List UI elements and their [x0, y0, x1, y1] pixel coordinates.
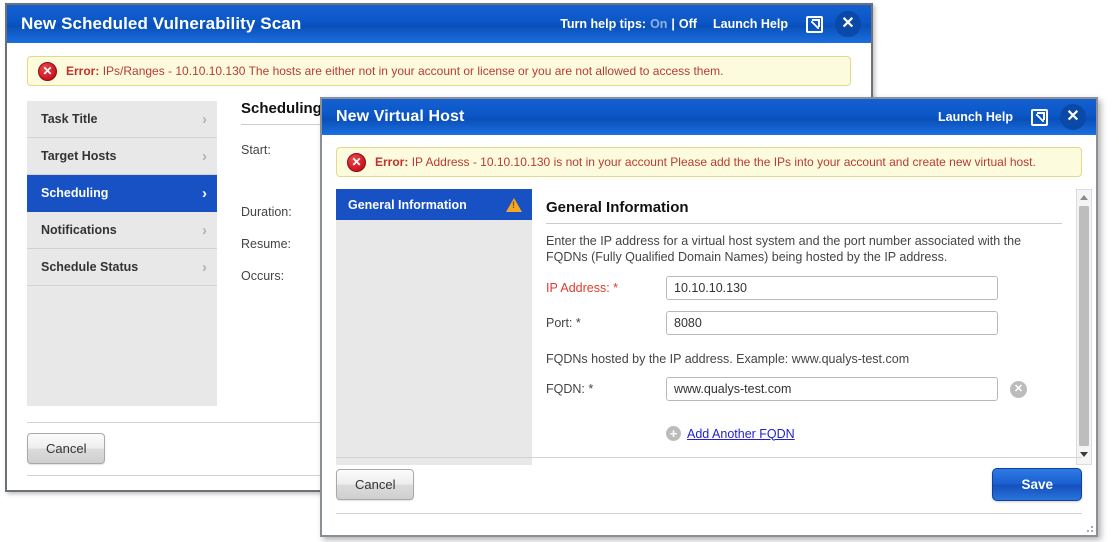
virtual-host-section-nav: General Information: [336, 189, 532, 465]
sidebar-item-label: Task Title: [41, 112, 98, 126]
form-description: Enter the IP address for a virtual host …: [546, 234, 1022, 264]
ip-address-label: IP Address: *: [546, 281, 619, 295]
sidebar-item-schedule-status[interactable]: Schedule Status ›: [27, 249, 217, 286]
sidebar-item-scheduling[interactable]: Scheduling ›: [27, 175, 217, 212]
scrollbar-thumb[interactable]: [1079, 206, 1089, 446]
sidebar-item-label: Target Hosts: [41, 149, 117, 163]
dialog-title: New Virtual Host: [336, 108, 465, 125]
cancel-button[interactable]: Cancel: [27, 433, 106, 464]
error-prefix: Error:: [375, 155, 409, 169]
chevron-right-icon: ›: [202, 110, 207, 128]
cancel-button[interactable]: Cancel: [336, 469, 415, 500]
new-virtual-host-dialog: New Virtual Host Launch Help ✕ ✕ Error: …: [320, 97, 1098, 537]
form-title: General Information: [546, 199, 1062, 224]
ip-address-row: IP Address: *: [546, 276, 1082, 300]
resize-grip-icon[interactable]: [1083, 522, 1093, 532]
ip-address-input[interactable]: [666, 276, 998, 300]
chevron-right-icon: ›: [202, 147, 207, 165]
add-another-fqdn-row[interactable]: + Add Another FQDN: [666, 426, 1082, 441]
sidebar-item-label: Notifications: [41, 223, 117, 237]
sidebar-item-task-title[interactable]: Task Title ›: [27, 101, 217, 138]
port-input[interactable]: [666, 311, 998, 335]
expand-icon[interactable]: [1031, 108, 1048, 126]
warning-triangle-icon: [506, 197, 522, 212]
screen-root: New Scheduled Vulnerability Scan Turn he…: [0, 0, 1119, 542]
scroll-up-arrow-icon: [1080, 195, 1088, 200]
fqdn-input[interactable]: [666, 377, 998, 401]
close-icon[interactable]: ✕: [835, 11, 861, 37]
help-tips-off-option[interactable]: Off: [679, 17, 697, 31]
port-row: Port: *: [546, 311, 1082, 335]
footer-divider-bottom: [336, 513, 1082, 514]
fqdn-label: FQDN: *: [546, 382, 594, 396]
tab-general-information[interactable]: General Information: [336, 189, 532, 220]
footer-divider-top: Cancel Save: [336, 457, 1082, 501]
error-text: Error: IPs/Ranges - 10.10.10.130 The hos…: [66, 64, 724, 78]
help-tips-label: Turn help tips:: [560, 17, 647, 31]
port-label: Port: *: [546, 316, 581, 330]
virtual-host-titlebar: New Virtual Host Launch Help ✕: [322, 99, 1096, 135]
add-another-fqdn-link[interactable]: Add Another FQDN: [687, 427, 795, 441]
fqdn-hint-text: FQDNs hosted by the IP address. Example:…: [546, 352, 910, 366]
virtual-host-error-banner: ✕ Error: IP Address - 10.10.10.130 is no…: [336, 147, 1082, 177]
plus-circle-icon: +: [666, 426, 681, 441]
scan-section-nav: Task Title › Target Hosts › Scheduling ›…: [27, 100, 217, 406]
sidebar-item-target-hosts[interactable]: Target Hosts ›: [27, 138, 217, 175]
sidebar-item-label: Schedule Status: [41, 260, 139, 274]
titlebar-actions: Turn help tips: On | Off Launch Help ✕: [560, 11, 871, 37]
error-icon: ✕: [38, 61, 57, 81]
chevron-right-icon: ›: [202, 184, 207, 202]
fqdn-row: FQDN: * ✕: [546, 377, 1082, 401]
page-title: New Scheduled Vulnerability Scan: [21, 14, 302, 33]
chevron-right-icon: ›: [202, 221, 207, 239]
error-text: Error: IP Address - 10.10.10.130 is not …: [375, 155, 1036, 169]
launch-help-link[interactable]: Launch Help: [938, 110, 1013, 124]
expand-icon[interactable]: [806, 15, 823, 33]
general-information-form: General Information Enter the IP address…: [532, 189, 1092, 465]
error-prefix: Error:: [66, 64, 100, 78]
virtual-host-body: General Information General Information …: [336, 189, 1092, 465]
chevron-right-icon: ›: [202, 258, 207, 276]
scheduled-scan-error-banner: ✕ Error: IPs/Ranges - 10.10.10.130 The h…: [27, 56, 851, 86]
error-message: IP Address - 10.10.10.130 is not in your…: [411, 155, 1036, 169]
remove-circle-icon[interactable]: ✕: [1010, 380, 1027, 398]
virtual-host-footer: Cancel Save: [322, 457, 1096, 535]
tab-label: General Information: [348, 197, 467, 212]
scroll-up-button[interactable]: [1077, 190, 1091, 205]
close-icon[interactable]: ✕: [1060, 104, 1086, 130]
help-tips-on-option[interactable]: On: [650, 17, 667, 31]
sidebar-item-label: Scheduling: [41, 186, 109, 200]
error-message: IPs/Ranges - 10.10.10.130 The hosts are …: [102, 64, 724, 78]
help-tips-toggle: Turn help tips: On | Off: [560, 17, 697, 31]
help-tips-separator: |: [671, 17, 675, 31]
error-icon: ✕: [347, 152, 366, 172]
form-vertical-scrollbar[interactable]: [1076, 189, 1092, 465]
launch-help-link[interactable]: Launch Help: [713, 17, 788, 31]
save-button[interactable]: Save: [992, 468, 1082, 501]
sidebar-item-notifications[interactable]: Notifications ›: [27, 212, 217, 249]
dialog-titlebar-actions: Launch Help ✕: [932, 104, 1096, 130]
scheduled-scan-titlebar: New Scheduled Vulnerability Scan Turn he…: [7, 5, 871, 43]
